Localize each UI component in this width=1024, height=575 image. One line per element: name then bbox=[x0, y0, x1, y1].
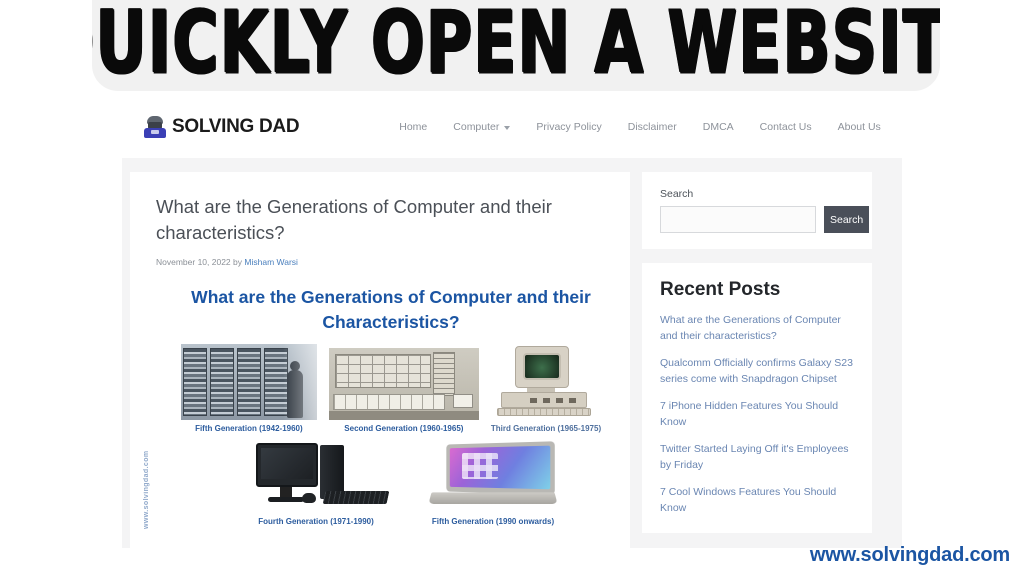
nav-label: Home bbox=[399, 121, 428, 133]
infographic-row-2: Fourth Generation (1971-1990) Fifth Gene… bbox=[156, 440, 626, 526]
nav-label: Contact Us bbox=[759, 121, 812, 133]
brand-name: SOLVING DAD bbox=[172, 116, 300, 137]
page-title: What are the Generations of Computer and… bbox=[156, 196, 552, 243]
list-item[interactable]: What are the Generations of Computer and… bbox=[660, 313, 854, 345]
infographic-caption: Fifth Generation (1942-1960) bbox=[195, 423, 303, 433]
banner-title: Quickly open a website bbox=[92, 0, 940, 91]
site-body: What are the Generations of Computer and… bbox=[122, 158, 902, 548]
nav-label: DMCA bbox=[702, 121, 734, 133]
nav-item-contact-us[interactable]: Contact Us bbox=[760, 121, 812, 133]
post-date: November 10, 2022 bbox=[156, 257, 231, 268]
post-author-link[interactable]: Misham Warsi bbox=[244, 257, 298, 267]
nav-item-computer[interactable]: Computer bbox=[453, 121, 511, 133]
article-card: What are the Generations of Computer and… bbox=[130, 172, 630, 548]
infographic-caption: Third Generation (1965-1975) bbox=[490, 423, 602, 433]
infographic-cell: Fifth Generation (1990 onwards) bbox=[418, 440, 568, 526]
chevron-down-icon bbox=[504, 126, 511, 130]
nav-item-home[interactable]: Home bbox=[399, 121, 427, 133]
infographic-caption: Second Generation (1960-1965) bbox=[344, 423, 464, 433]
nav-item-dmca[interactable]: DMCA bbox=[703, 121, 734, 133]
nav-label: Privacy Policy bbox=[536, 121, 602, 133]
list-item[interactable]: Twitter Started Laying Off it's Employee… bbox=[660, 442, 854, 474]
infographic-caption: Fifth Generation (1990 onwards) bbox=[431, 516, 555, 526]
nav-label: Disclaimer bbox=[627, 121, 677, 133]
promo-banner: Quickly open a website bbox=[92, 0, 940, 91]
infographic-cell: Second Generation (1960-1965) bbox=[328, 347, 479, 433]
footer-watermark-url: www.solvingdad.com bbox=[809, 544, 1010, 566]
infographic-watermark: www.solvingdad.com bbox=[143, 450, 150, 530]
nav-item-disclaimer[interactable]: Disclaimer bbox=[628, 121, 677, 133]
beige-desktop-crt-photo bbox=[490, 343, 599, 420]
list-item[interactable]: 7 iPhone Hidden Features You Should Know bbox=[660, 399, 854, 431]
search-input[interactable] bbox=[660, 206, 816, 233]
infographic-title: What are the Generations of Computer and… bbox=[191, 287, 591, 333]
website-screenshot: SOLVING DAD Home Computer Privacy Policy… bbox=[122, 96, 902, 548]
infographic-row-1: Fifth Generation (1942-1960) Second Gene… bbox=[156, 343, 626, 433]
lcd-desktop-tower-photo bbox=[240, 440, 392, 513]
main-navigation: Home Computer Privacy Policy Disclaimer … bbox=[399, 121, 881, 133]
hacker-emoji-icon bbox=[144, 116, 166, 138]
recent-posts-list: What are the Generations of Computer and… bbox=[660, 313, 854, 517]
infographic-cell: Third Generation (1965-1975) bbox=[490, 343, 602, 433]
infographic-cell: Fifth Generation (1942-1960) bbox=[180, 343, 317, 433]
recent-posts-title: Recent Posts bbox=[660, 279, 781, 300]
infographic-caption: Fourth Generation (1971-1990) bbox=[258, 516, 374, 526]
modern-laptop-photo bbox=[418, 440, 568, 513]
vacuum-tube-racks-photo bbox=[180, 343, 317, 420]
nav-item-privacy-policy[interactable]: Privacy Policy bbox=[536, 121, 601, 133]
post-by-word: by bbox=[233, 257, 243, 268]
nav-label: Computer bbox=[453, 121, 500, 133]
search-widget: Search Search bbox=[642, 172, 872, 249]
list-item[interactable]: Qualcomm Officially confirms Galaxy S23 … bbox=[660, 356, 854, 388]
search-row: Search bbox=[660, 206, 870, 233]
featured-infographic[interactable]: What are the Generations of Computer and… bbox=[143, 285, 626, 536]
search-button[interactable]: Search bbox=[824, 206, 870, 233]
list-item[interactable]: 7 Cool Windows Features You Should Know bbox=[660, 485, 854, 517]
search-label: Search bbox=[660, 188, 694, 200]
infographic-cell: Fourth Generation (1971-1990) bbox=[240, 440, 392, 526]
transistor-mainframe-photo bbox=[328, 347, 479, 420]
nav-item-about-us[interactable]: About Us bbox=[838, 121, 881, 133]
site-brand[interactable]: SOLVING DAD bbox=[144, 116, 300, 138]
recent-posts-widget: Recent Posts What are the Generations of… bbox=[642, 263, 872, 533]
nav-label: About Us bbox=[837, 121, 881, 133]
post-meta: November 10, 2022 by Misham Warsi bbox=[156, 257, 604, 267]
site-header: SOLVING DAD Home Computer Privacy Policy… bbox=[122, 96, 902, 158]
sidebar: Search Search Recent Posts What are the … bbox=[642, 172, 872, 548]
